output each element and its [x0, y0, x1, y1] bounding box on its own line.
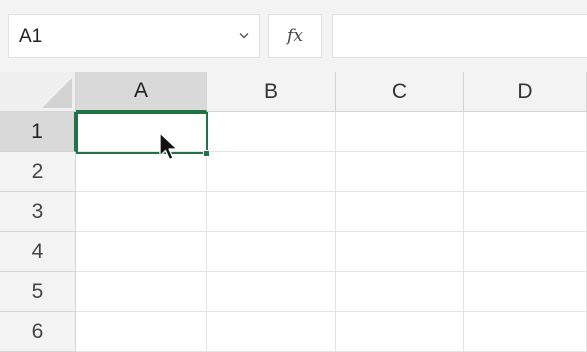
worksheet-grid: A B C D 1 2 3 4 5 6	[0, 72, 587, 352]
fill-handle[interactable]	[203, 150, 210, 157]
cell-a6[interactable]	[76, 312, 207, 352]
cell-b5[interactable]	[207, 272, 336, 312]
cell-a5[interactable]	[76, 272, 207, 312]
row-header-6[interactable]: 6	[0, 312, 76, 352]
row-header-1[interactable]: 1	[0, 112, 76, 152]
cell-a3[interactable]	[76, 192, 207, 232]
cell-c6[interactable]	[336, 312, 464, 352]
cell-d4[interactable]	[464, 232, 587, 272]
column-header-a[interactable]: A	[76, 72, 207, 112]
cell-c5[interactable]	[336, 272, 464, 312]
cell-c1[interactable]	[336, 112, 464, 152]
cell-b2[interactable]	[207, 152, 336, 192]
cell-b4[interactable]	[207, 232, 336, 272]
cell-c2[interactable]	[336, 152, 464, 192]
column-header-c[interactable]: C	[336, 72, 464, 112]
cell-d3[interactable]	[464, 192, 587, 232]
formula-bar-row: A1 fx	[0, 0, 587, 72]
select-all-triangle-icon	[42, 78, 72, 108]
cell-c4[interactable]	[336, 232, 464, 272]
cell-d6[interactable]	[464, 312, 587, 352]
cell-b3[interactable]	[207, 192, 336, 232]
row-header-3[interactable]: 3	[0, 192, 76, 232]
formula-input[interactable]	[332, 14, 587, 58]
cell-d2[interactable]	[464, 152, 587, 192]
name-box[interactable]: A1	[8, 14, 260, 58]
row-header-4[interactable]: 4	[0, 232, 76, 272]
column-header-d[interactable]: D	[464, 72, 587, 112]
name-box-value: A1	[19, 26, 43, 47]
cell-a1[interactable]	[76, 112, 207, 152]
chevron-down-icon[interactable]	[237, 28, 251, 42]
insert-function-button[interactable]: fx	[268, 14, 322, 58]
cell-b1[interactable]	[207, 112, 336, 152]
fx-icon: fx	[287, 26, 303, 46]
select-all-button[interactable]	[0, 72, 76, 112]
cell-b6[interactable]	[207, 312, 336, 352]
spreadsheet-window: A1 fx A B C D 1 2 3 4 5 6	[0, 0, 587, 352]
cell-a4[interactable]	[76, 232, 207, 272]
cell-c3[interactable]	[336, 192, 464, 232]
cell-a2[interactable]	[76, 152, 207, 192]
row-header-2[interactable]: 2	[0, 152, 76, 192]
cell-d5[interactable]	[464, 272, 587, 312]
row-header-5[interactable]: 5	[0, 272, 76, 312]
column-header-b[interactable]: B	[207, 72, 336, 112]
cell-d1[interactable]	[464, 112, 587, 152]
